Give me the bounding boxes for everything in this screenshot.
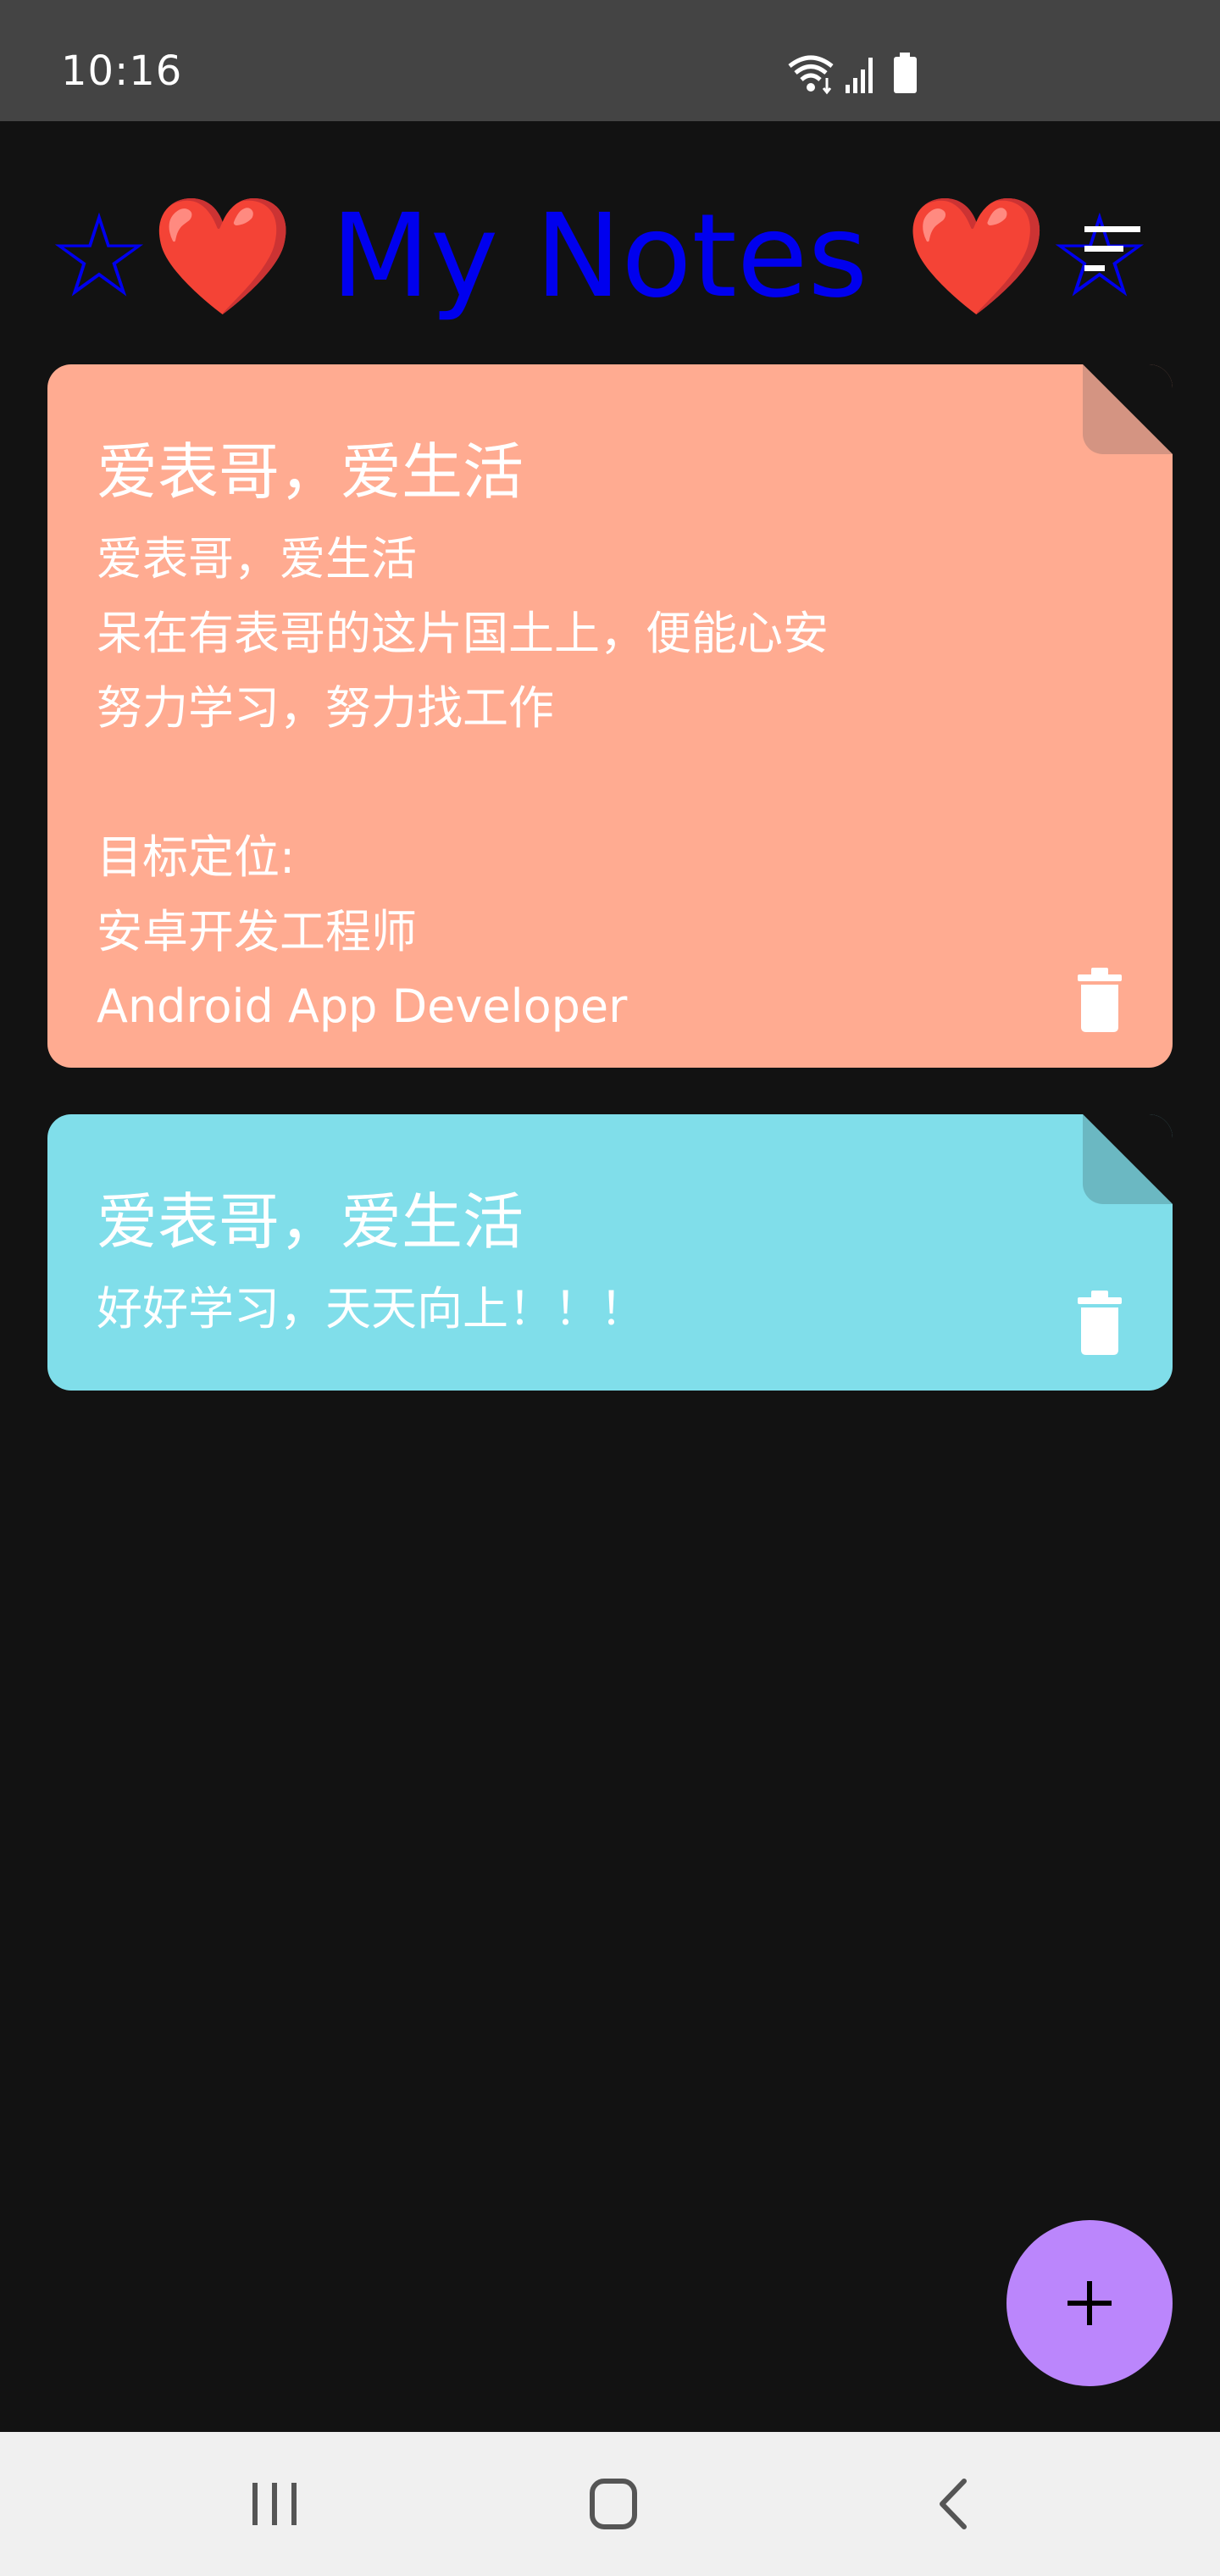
trash-icon [1078, 1291, 1122, 1355]
note-title: 爱表哥，爱生活 [97, 1186, 524, 1257]
corner-fold [1083, 1114, 1173, 1204]
page-title: ☆❤️ My Notes ❤️☆ [47, 190, 1151, 324]
add-note-button[interactable] [1006, 2220, 1173, 2386]
sort-button[interactable] [1069, 206, 1154, 291]
status-time: 10:16 [61, 47, 183, 95]
app-bar: ☆❤️ My Notes ❤️☆ [0, 121, 1220, 367]
corner-fold [1083, 364, 1173, 454]
delete-button[interactable] [1074, 1291, 1125, 1355]
status-bar: 10:16 [0, 0, 1220, 121]
battery-icon [894, 53, 917, 93]
back-button[interactable] [922, 2474, 990, 2534]
delete-button[interactable] [1074, 968, 1125, 1032]
system-nav-bar [0, 2432, 1220, 2576]
home-button[interactable] [580, 2474, 647, 2534]
note-content: 好好学习，天天向上！！！ [97, 1282, 646, 1335]
sort-icon [1084, 226, 1140, 271]
note-card[interactable]: 爱表哥，爱生活 好好学习，天天向上！！！ [47, 1114, 1173, 1391]
back-icon [940, 2479, 967, 2529]
note-title: 爱表哥，爱生活 [97, 436, 524, 508]
note-content: 爱表哥，爱生活 呆在有表哥的这片国土上，便能心安 努力学习，努力找工作 目标定位… [97, 532, 829, 1033]
note-card[interactable]: 爱表哥，爱生活 爱表哥，爱生活 呆在有表哥的这片国土上，便能心安 努力学习，努力… [47, 364, 1173, 1068]
recent-apps-button[interactable] [241, 2474, 308, 2534]
signal-icon [846, 58, 873, 93]
recent-apps-icon [252, 2483, 297, 2525]
plus-icon [1068, 2281, 1112, 2325]
status-icons [786, 53, 930, 95]
wifi-icon [788, 55, 834, 95]
home-icon [590, 2479, 637, 2529]
trash-icon [1078, 968, 1122, 1032]
